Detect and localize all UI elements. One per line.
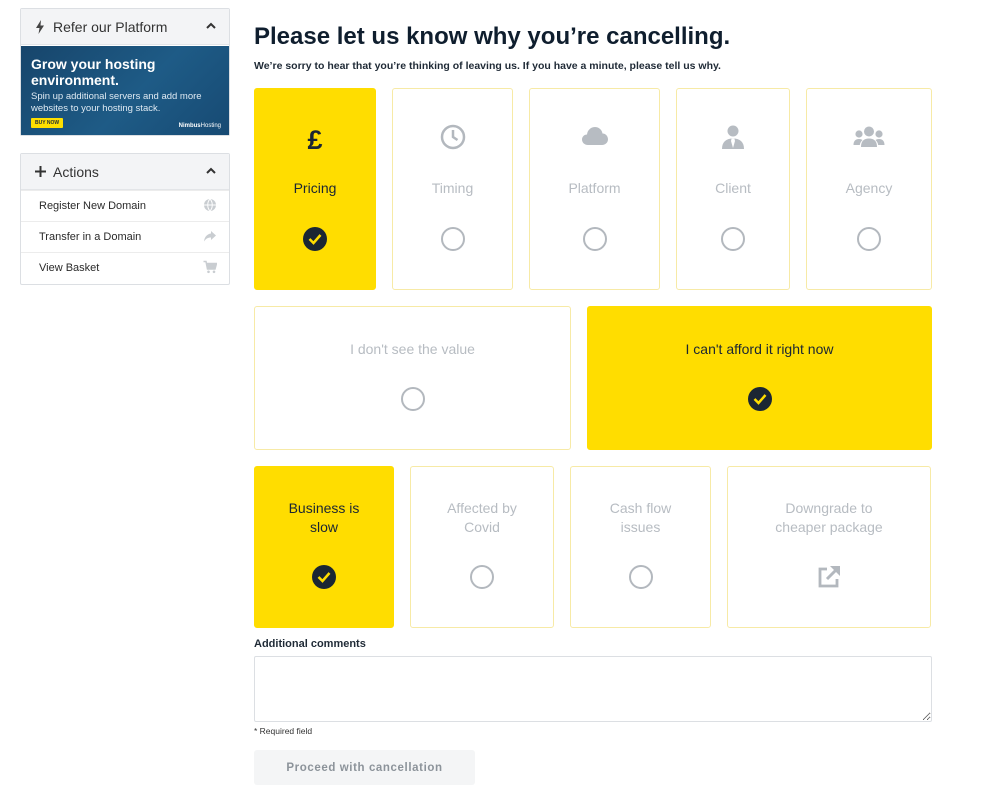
actions-panel-title: Actions xyxy=(53,163,99,180)
category-timing[interactable]: Timing xyxy=(392,88,513,290)
refer-panel-title: Refer our Platform xyxy=(53,18,168,35)
chevron-up-icon[interactable] xyxy=(205,19,217,35)
banner-heading: Grow your hosting environment. xyxy=(31,56,156,88)
comments-textarea[interactable] xyxy=(254,656,932,722)
page-title: Please let us know why you’re cancelling… xyxy=(254,23,731,50)
check-circle-icon xyxy=(747,387,772,411)
refer-panel-header[interactable]: Refer our Platform xyxy=(21,9,229,45)
banner-buy-button[interactable]: BUY NOW xyxy=(31,118,64,128)
category-label: Pricing xyxy=(293,180,337,196)
category-platform[interactable]: Platform xyxy=(529,88,660,290)
cart-icon xyxy=(203,260,218,277)
radio-empty xyxy=(721,227,745,251)
category-label: Timing xyxy=(431,180,474,196)
required-note: * Required field xyxy=(254,726,313,736)
reason-label: Affected by Covid xyxy=(447,500,517,535)
category-client[interactable]: Client xyxy=(676,88,790,290)
external-link-icon xyxy=(728,563,930,591)
plus-icon xyxy=(33,166,47,177)
check-circle-icon xyxy=(312,565,336,589)
category-label: Agency xyxy=(845,180,893,196)
reason-no-value[interactable]: I don't see the value xyxy=(254,306,571,450)
page-subtitle: We’re sorry to hear that you’re thinking… xyxy=(254,60,721,72)
reason-label: Downgrade to cheaper package xyxy=(775,500,883,535)
actions-panel-header[interactable]: Actions xyxy=(21,154,229,190)
check-circle-icon xyxy=(303,227,327,251)
user-tie-icon xyxy=(677,123,789,151)
cloud-icon xyxy=(530,123,659,151)
category-label: Client xyxy=(715,180,751,196)
svg-text:£: £ xyxy=(307,125,322,153)
category-agency[interactable]: Agency xyxy=(806,88,932,290)
action-transfer-domain[interactable]: Transfer in a Domain xyxy=(21,221,229,252)
reason-label: Business is slow xyxy=(288,500,360,535)
radio-empty xyxy=(440,227,465,251)
globe-icon xyxy=(203,198,217,215)
actions-panel: Actions Register New Domain Transfer in … xyxy=(20,153,230,285)
reason-label: I don't see the value xyxy=(350,341,475,357)
action-register-domain[interactable]: Register New Domain xyxy=(21,190,229,221)
banner-logo: NimbusHosting xyxy=(178,123,221,129)
banner-text: Spin up additional servers and add more … xyxy=(31,91,202,114)
users-icon xyxy=(807,123,931,151)
comments-label: Additional comments xyxy=(254,638,366,650)
action-label: Transfer in a Domain xyxy=(39,231,142,243)
bolt-icon xyxy=(33,19,47,34)
reason-downgrade[interactable]: Downgrade to cheaper package xyxy=(727,466,931,628)
clock-icon xyxy=(393,123,512,151)
radio-empty xyxy=(857,227,881,251)
action-label: Register New Domain xyxy=(39,200,146,212)
reason-label: Cash flow issues xyxy=(609,500,672,535)
reason-cash-flow[interactable]: Cash flow issues xyxy=(570,466,711,628)
action-label: View Basket xyxy=(39,262,100,274)
category-pricing[interactable]: £ Pricing xyxy=(254,88,376,290)
reason-cant-afford[interactable]: I can't afford it right now xyxy=(587,306,932,450)
radio-empty xyxy=(470,565,494,589)
action-view-basket[interactable]: View Basket xyxy=(21,252,229,283)
radio-empty xyxy=(582,227,607,251)
category-label: Platform xyxy=(568,180,621,196)
radio-empty xyxy=(400,387,425,411)
reason-business-slow[interactable]: Business is slow xyxy=(254,466,394,628)
refer-panel: Refer our Platform Grow your hosting env… xyxy=(20,8,230,136)
reason-label: I can't afford it right now xyxy=(685,341,834,357)
chevron-up-icon[interactable] xyxy=(205,164,217,180)
radio-empty xyxy=(628,565,653,589)
reason-covid[interactable]: Affected by Covid xyxy=(410,466,554,628)
pound-icon: £ xyxy=(255,125,375,153)
promo-banner[interactable]: Grow your hosting environment. Spin up a… xyxy=(21,46,229,135)
proceed-cancellation-button[interactable]: Proceed with cancellation xyxy=(254,750,475,785)
share-arrow-icon xyxy=(203,229,217,246)
